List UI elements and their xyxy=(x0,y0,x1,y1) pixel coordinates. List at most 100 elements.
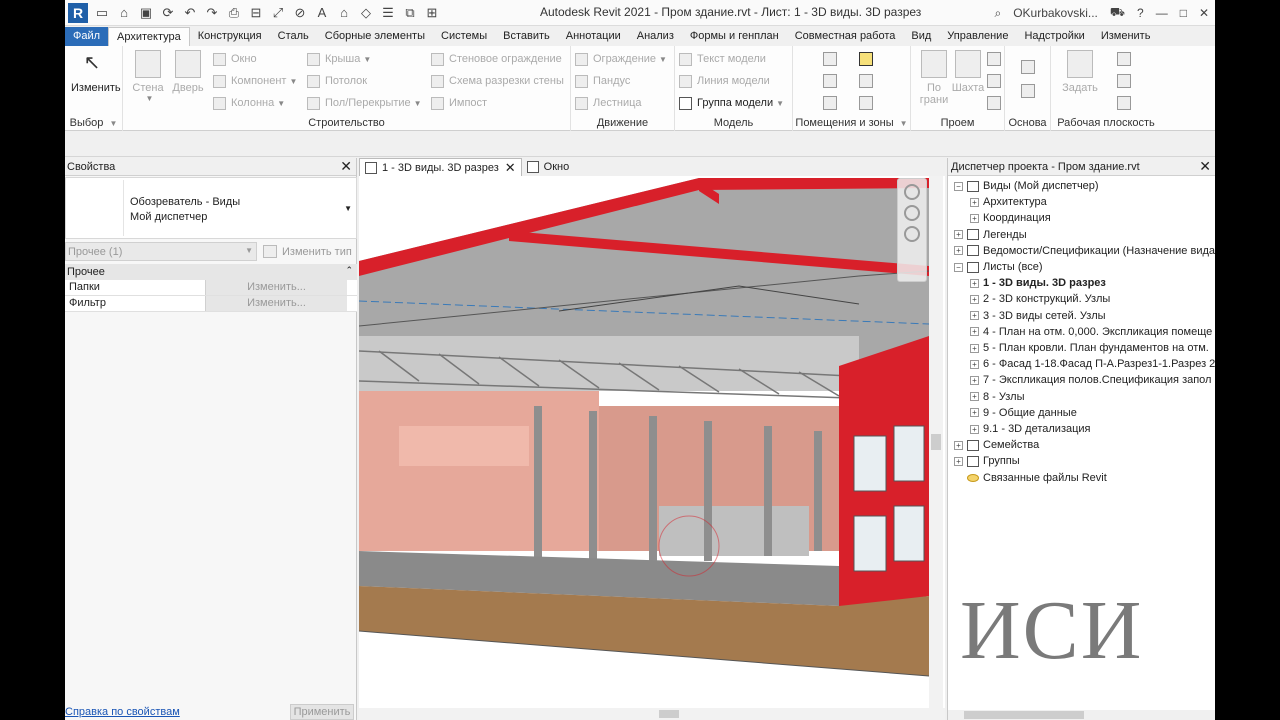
roof-button[interactable]: Крыша ▼ xyxy=(307,50,371,68)
browser-node[interactable]: + Ведомости/Спецификации (Назначение вида xyxy=(954,243,1215,259)
tab-addins[interactable]: Надстройки xyxy=(1016,27,1092,46)
maximize-icon[interactable]: □ xyxy=(1174,6,1193,20)
ref-plane-icon[interactable] xyxy=(1117,74,1131,88)
text-icon[interactable]: A xyxy=(311,2,333,24)
dormer-icon[interactable] xyxy=(987,96,1001,110)
select-panel-title[interactable]: Выбор ▼ xyxy=(65,117,122,129)
browser-node[interactable]: +1 - 3D виды. 3D разрез xyxy=(970,275,1106,291)
3d-view-icon[interactable]: ⌂ xyxy=(333,2,355,24)
browser-node[interactable]: Связанные файлы Revit xyxy=(954,470,1107,486)
thin-lines-icon[interactable]: ☰ xyxy=(377,2,399,24)
expand-icon[interactable]: + xyxy=(970,197,979,207)
model-line-button[interactable]: Линия модели xyxy=(679,72,770,90)
browser-node[interactable]: +5 - План кровли. План фундаментов на от… xyxy=(970,340,1209,356)
type-selector[interactable]: Обозреватель - Виды Мой диспетчер ▼ xyxy=(65,177,357,239)
browser-node[interactable]: +7 - Экспликация полов.Спецификация запо… xyxy=(970,372,1211,388)
ceiling-button[interactable]: Потолок xyxy=(307,72,367,90)
area-icon[interactable] xyxy=(859,52,873,66)
drawing-viewport[interactable] xyxy=(359,176,945,708)
steering-wheel-icon[interactable] xyxy=(904,184,920,200)
expand-icon[interactable]: + xyxy=(954,230,963,240)
set-button[interactable]: Задать xyxy=(1059,50,1101,94)
browser-node[interactable]: +9.1 - 3D детализация xyxy=(970,421,1091,437)
browser-node[interactable]: +6 - Фасад 1-18.Фасад П-А.Разрез1-1.Разр… xyxy=(970,356,1215,372)
tab-steel[interactable]: Сталь xyxy=(270,27,317,46)
expand-icon[interactable]: + xyxy=(970,278,979,288)
collapse-icon[interactable]: ⌃ xyxy=(345,265,353,276)
shaft-button[interactable]: Шахта xyxy=(947,50,989,94)
tab-massing[interactable]: Формы и генплан xyxy=(682,27,787,46)
area-boundary-icon[interactable] xyxy=(859,74,873,88)
rooms-panel-title[interactable]: Помещения и зоны ▼ xyxy=(793,117,910,129)
expand-icon[interactable]: + xyxy=(970,213,979,223)
browser-node[interactable]: + Координация xyxy=(970,210,1051,226)
properties-close-icon[interactable]: ✕ xyxy=(340,158,352,175)
view-horizontal-scrollbar[interactable] xyxy=(359,708,945,720)
pan-icon[interactable] xyxy=(904,226,920,242)
floor-button[interactable]: Пол/Перекрытие ▼ xyxy=(307,94,422,112)
curtain-wall-button[interactable]: Стеновое ограждение xyxy=(431,50,562,68)
browser-node[interactable]: +3 - 3D виды сетей. Узлы xyxy=(970,308,1106,324)
expand-icon[interactable]: + xyxy=(954,440,963,450)
measure-icon[interactable]: ⊟ xyxy=(245,2,267,24)
property-group-header[interactable]: Прочее ⌃ xyxy=(65,264,357,280)
column-button[interactable]: Колонна ▼ xyxy=(213,94,285,112)
tab-file[interactable]: Файл xyxy=(65,27,109,46)
type-dropdown-icon[interactable]: ▼ xyxy=(344,204,352,213)
folders-edit-button[interactable]: Изменить... xyxy=(205,280,347,295)
user-name[interactable]: OKurbakovski... xyxy=(1007,6,1104,20)
tab-systems[interactable]: Системы xyxy=(433,27,495,46)
print-icon[interactable]: ⎙ xyxy=(223,2,245,24)
ramp-button[interactable]: Пандус xyxy=(575,72,630,90)
expand-icon[interactable]: + xyxy=(970,343,979,353)
browser-close-icon[interactable]: ✕ xyxy=(1199,158,1211,175)
tag-icon[interactable]: ⊘ xyxy=(289,2,311,24)
collapse-icon[interactable]: − xyxy=(954,181,963,191)
close-hidden-icon[interactable]: ⧉ xyxy=(399,2,421,24)
tab-modify[interactable]: Изменить xyxy=(1093,27,1159,46)
folder-icon[interactable]: ⌂ xyxy=(113,2,135,24)
tab-view[interactable]: Вид xyxy=(903,27,939,46)
room-icon[interactable] xyxy=(823,52,837,66)
redo-icon[interactable]: ↷ xyxy=(201,2,223,24)
vertical-opening-icon[interactable] xyxy=(987,74,1001,88)
undo-icon[interactable]: ↶ xyxy=(179,2,201,24)
railing-button[interactable]: Ограждение ▼ xyxy=(575,50,667,68)
tab-insert[interactable]: Вставить xyxy=(495,27,558,46)
close-icon[interactable]: ✕ xyxy=(1193,6,1215,20)
browser-horizontal-scrollbar[interactable] xyxy=(948,710,1215,720)
scroll-thumb[interactable] xyxy=(931,434,941,450)
expand-icon[interactable]: + xyxy=(970,408,979,418)
tab-precast[interactable]: Сборные элементы xyxy=(317,27,433,46)
browser-node[interactable]: + Семейства xyxy=(954,437,1039,453)
mullion-button[interactable]: Импост xyxy=(431,94,487,112)
expand-icon[interactable]: + xyxy=(970,311,979,321)
expand-icon[interactable]: + xyxy=(954,246,963,256)
browser-node[interactable]: +8 - Узлы xyxy=(970,389,1025,405)
switch-windows-icon[interactable]: ⊞ xyxy=(421,2,443,24)
binoculars-icon[interactable]: ⌕ xyxy=(988,6,1007,21)
browser-node[interactable]: +2 - 3D конструкций. Узлы xyxy=(970,291,1110,307)
wall-opening-icon[interactable] xyxy=(987,52,1001,66)
browser-node[interactable]: + Архитектура xyxy=(970,194,1047,210)
browser-node[interactable]: + Легенды xyxy=(954,227,1027,243)
minimize-icon[interactable]: — xyxy=(1150,6,1174,20)
tab-architecture[interactable]: Архитектура xyxy=(108,27,190,46)
dimension-icon[interactable]: ⤢ xyxy=(267,2,289,24)
tab-structure[interactable]: Конструкция xyxy=(190,27,270,46)
close-tab-icon[interactable]: ✕ xyxy=(505,160,516,176)
door-button[interactable]: Дверь xyxy=(167,50,209,94)
model-text-button[interactable]: Текст модели xyxy=(679,50,766,68)
expand-icon[interactable]: + xyxy=(970,359,979,369)
stair-button[interactable]: Лестница xyxy=(575,94,642,112)
wall-button[interactable]: Стена ▼ xyxy=(127,50,169,103)
tag-area-icon[interactable] xyxy=(859,96,873,110)
scroll-thumb[interactable] xyxy=(964,711,1084,719)
tab-view-3d-section[interactable]: 1 - 3D виды. 3D разрез ✕ xyxy=(359,158,522,176)
level-icon[interactable] xyxy=(1021,60,1035,74)
model-group-button[interactable]: Группа модели ▼ xyxy=(679,94,784,112)
edit-type-button[interactable]: Изменить тип xyxy=(261,242,355,261)
browser-node[interactable]: − Листы (все) xyxy=(954,259,1043,275)
help-icon[interactable]: ? xyxy=(1131,6,1150,20)
instance-filter[interactable]: Прочее (1) ▼ xyxy=(65,242,257,261)
